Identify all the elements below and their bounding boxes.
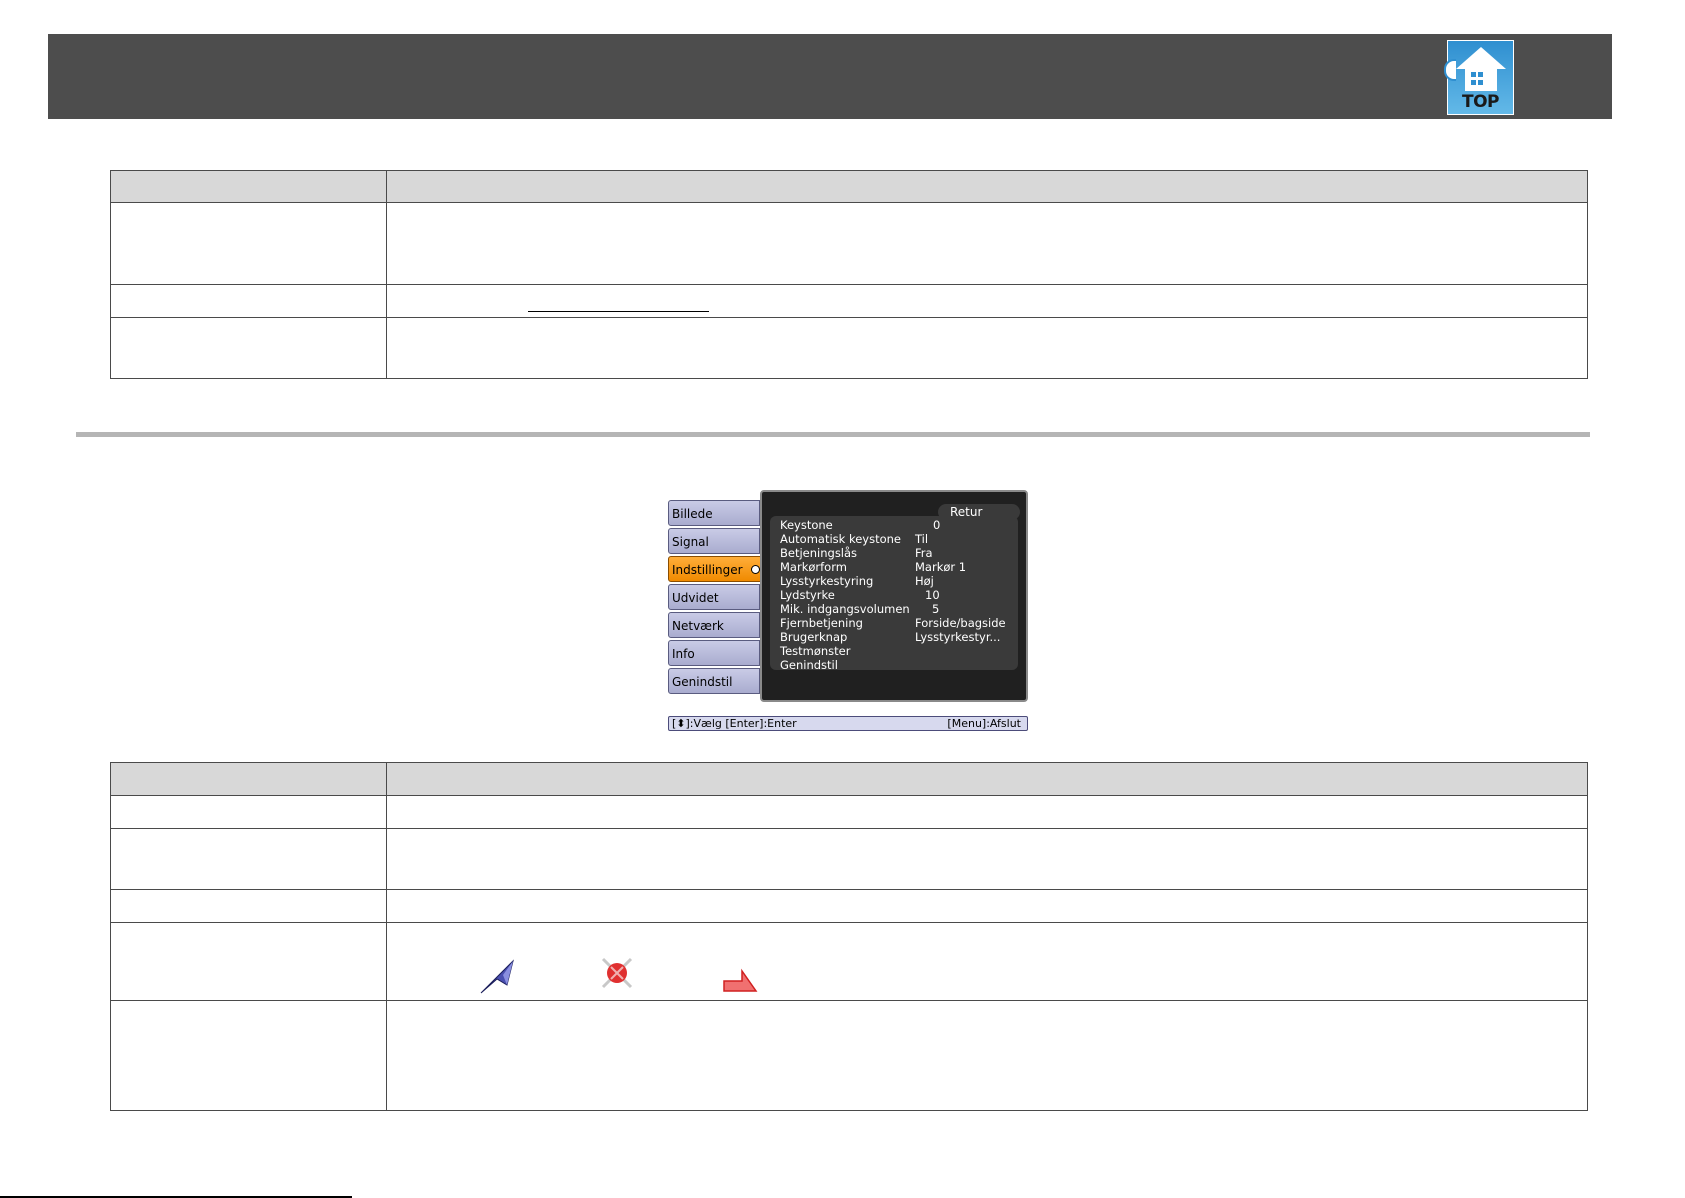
menu-tab-udvidet[interactable]: Udvidet [668,584,760,610]
section-divider [76,432,1590,437]
table-header-cell [110,170,387,203]
table-cell [386,202,1588,285]
lower-settings-table [110,762,1588,1111]
table-row [110,1000,1588,1111]
table-row [110,889,1588,923]
menu-item-test-pattern[interactable]: Testmønster [780,644,850,658]
tab-label: Udvidet [672,591,719,605]
item-label: Testmønster [780,644,851,658]
table-header-cell [386,762,1588,796]
item-label: Lydstyrke [780,588,835,602]
table-header-cell [110,762,387,796]
table-cell [110,889,387,923]
table-row [110,795,1588,829]
item-label: Genindstil [780,658,838,672]
menu-item-operation-lock[interactable]: Betjeningslås Fra [780,546,933,560]
item-value: 5 [932,602,940,616]
menu-item-automatic-keystone[interactable]: Automatisk keystone Til [780,532,928,546]
table-cell [386,828,1588,890]
item-label: Brugerknap [780,630,848,644]
menu-item-keystone[interactable]: Keystone 0 [780,518,940,532]
tab-label: Netværk [672,619,724,633]
table-cell [110,202,387,285]
table-cell [386,284,1588,318]
menu-tab-info[interactable]: Info [668,640,760,666]
menu-item-brightness-control[interactable]: Lysstyrkestyring Høj [780,574,934,588]
menu-item-mic-input-volume[interactable]: Mik. indgangsvolumen 5 [780,602,939,616]
item-label: Betjeningslås [780,546,858,560]
tab-label: Billede [672,507,713,521]
item-value: Høj [915,574,934,588]
table-header-row [110,762,1588,796]
item-label: Automatisk keystone [780,532,901,546]
table-row [110,828,1588,890]
menu-tab-signal[interactable]: Signal [668,528,760,554]
pointer-shapes [480,957,758,994]
table-row [110,284,1588,318]
table-cell [386,317,1588,379]
item-label: Keystone [780,518,833,532]
table-cell [110,828,387,890]
table-header-cell [386,170,1588,203]
item-value: Fra [915,546,933,560]
table-cell [110,317,387,379]
projector-settings-menu: Billede Signal Indstillinger Udvidet Net… [668,490,1028,731]
ring-icon [1444,59,1456,81]
pointer-marker-icon [723,968,758,992]
top-home-icon[interactable]: TOP [1444,40,1514,115]
menu-item-remote-receiver[interactable]: Fjernbetjening Forside/bagside [780,616,1006,630]
table-cell [386,889,1588,923]
enter-icon [751,565,760,574]
menu-item-pointer-shape[interactable]: Markørform Markør 1 [780,560,966,574]
help-navigation-text: [⬍]:Vælg [Enter]:Enter [672,717,797,730]
table-cell [110,284,387,318]
menu-item-reset[interactable]: Genindstil [780,658,838,672]
item-value: Til [915,532,929,546]
item-value: Lysstyrkestyr... [915,630,1001,644]
cross-reference-link[interactable] [528,311,709,312]
help-exit-text: [Menu]:Afslut [947,717,1021,730]
table-row [110,202,1588,285]
table-row [110,317,1588,379]
table-cell [386,922,1588,1001]
menu-tab-netvaerk[interactable]: Netværk [668,612,760,638]
table-header-row [110,170,1588,203]
item-label: Fjernbetjening [780,616,863,630]
menu-tab-genindstil[interactable]: Genindstil [668,668,760,694]
header-bar [48,34,1612,119]
table-cell [110,1000,387,1111]
menu-tab-indstillinger[interactable]: Indstillinger [668,556,766,582]
item-value: 10 [925,588,940,602]
tab-label: Signal [672,535,709,549]
menu-help-bar: [⬍]:Vælg [Enter]:Enter [Menu]:Afslut [668,716,1028,731]
item-value: 0 [933,518,941,532]
item-label: Mik. indgangsvolumen [780,602,910,616]
menu-tab-billede[interactable]: Billede [668,500,760,526]
item-value: Forside/bagside [915,616,1006,630]
menu-item-user-button[interactable]: Brugerknap Lysstyrkestyr... [780,630,1000,644]
tab-label: Genindstil [672,675,733,689]
pointer-crosshair-icon [601,957,633,989]
tab-label: Info [672,647,695,661]
table-row [110,922,1588,1001]
table-cell [386,795,1588,829]
item-label: Markørform [780,560,847,574]
upper-settings-table [110,170,1588,379]
item-value: Markør 1 [915,560,967,574]
menu-panel: Retur Keystone 0 Automatisk keystone Til B… [760,490,1028,702]
tab-label: Indstillinger [672,563,743,577]
top-label: TOP [1461,92,1500,112]
table-cell [110,922,387,1001]
house-icon [1465,69,1497,91]
pointer-arrow-icon [480,959,514,994]
table-cell [386,1000,1588,1111]
table-cell [110,795,387,829]
menu-item-volume[interactable]: Lydstyrke 10 [780,588,940,602]
up-arrow-icon [1456,47,1506,69]
item-label: Lysstyrkestyring [780,574,874,588]
